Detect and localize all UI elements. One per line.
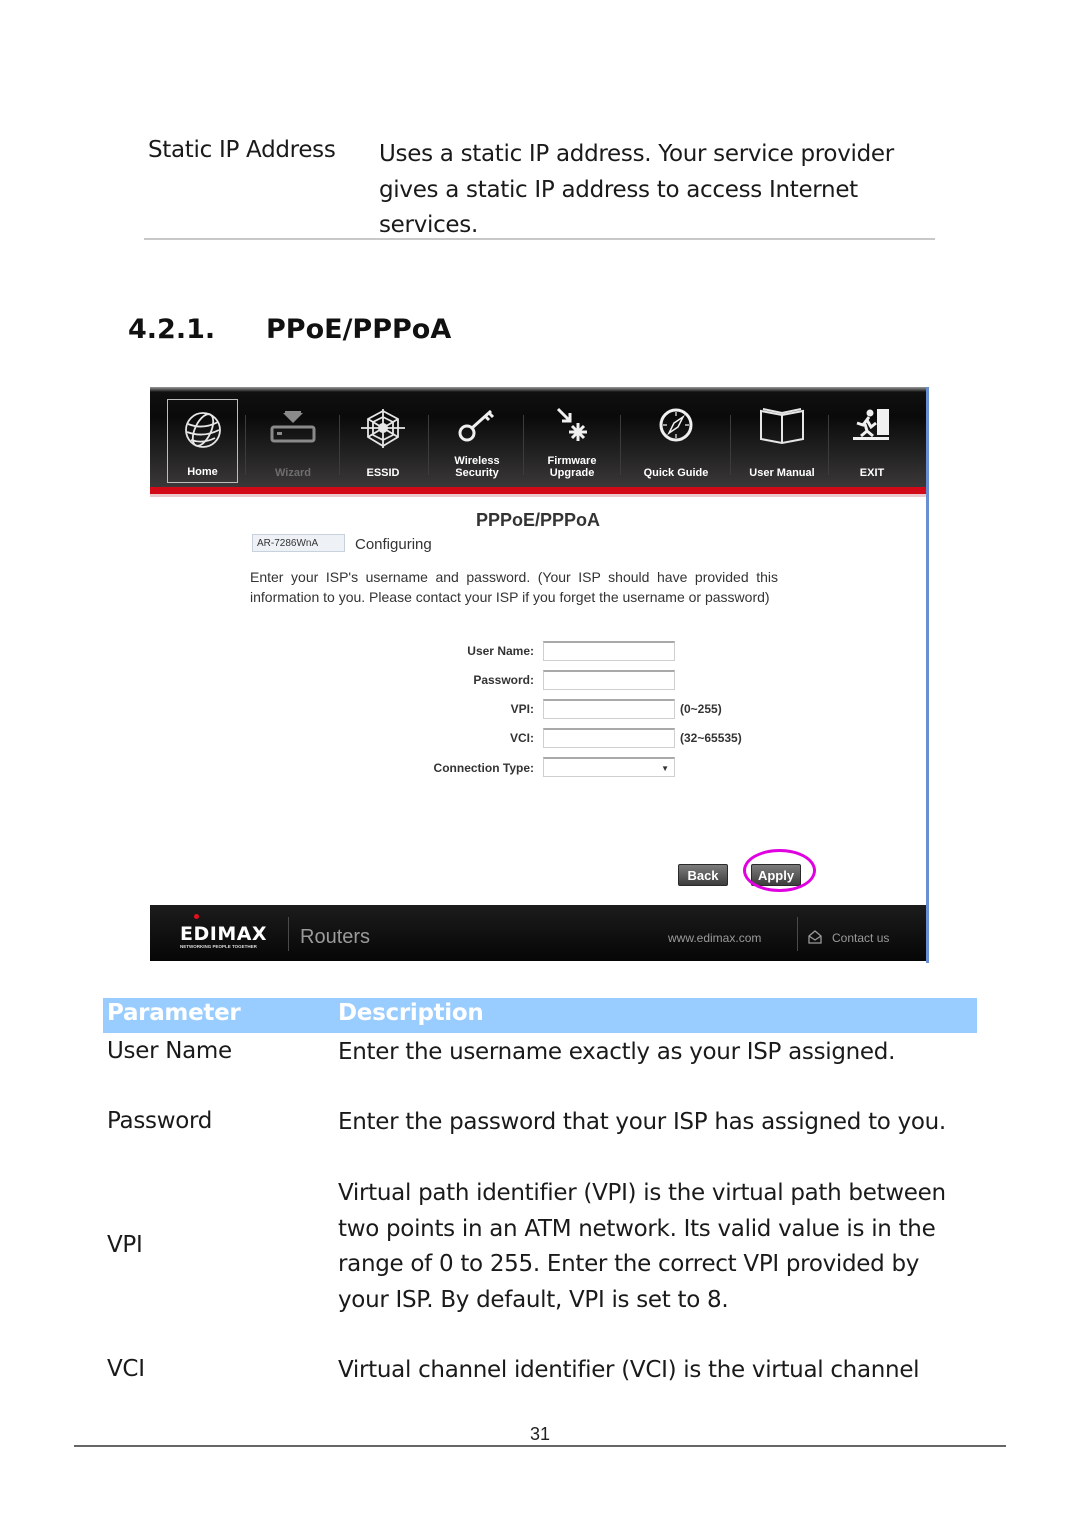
param-description: Uses a static IP address. Your service p… [379, 141, 894, 238]
compass-icon [659, 408, 693, 442]
vci-label: VCI: [510, 731, 534, 745]
param-name: User Name [107, 1038, 232, 1064]
nav-home[interactable]: Home [167, 399, 238, 483]
nav-essid[interactable]: ESSID [347, 399, 419, 483]
contact-us-link[interactable]: Contact us [832, 931, 889, 945]
nav-wireless-security[interactable]: Wireless Security [438, 399, 516, 483]
param-name: VCI [107, 1356, 145, 1382]
user-name-label: User Name: [467, 644, 534, 658]
model-select[interactable]: AR-7286WnA [252, 534, 345, 552]
nav-user-manual[interactable]: User Manual [738, 399, 826, 483]
param-description: Enter the password that your ISP has ass… [338, 1109, 946, 1135]
back-button[interactable]: Back [678, 864, 728, 886]
form-title: PPPoE/PPPoA [475, 510, 601, 530]
section-heading: 4.2.1. PPoE/PPPoA [128, 314, 451, 345]
nav-bar: Home Wizard ESSID Wireless Security Firm… [150, 387, 926, 487]
password-label: Password: [473, 673, 534, 687]
contact-icon [808, 930, 822, 944]
param-description: Enter the username exactly as your ISP a… [338, 1039, 896, 1065]
header-description: Description [338, 1000, 484, 1026]
vci-input[interactable] [543, 728, 675, 748]
nav-exit[interactable]: EXIT [834, 399, 910, 483]
param-name: VPI [107, 1232, 143, 1258]
logo-tagline: NETWORKING PEOPLE TOGETHER [180, 944, 257, 949]
key-icon [458, 409, 495, 442]
section-number: 4.2.1. [128, 314, 216, 345]
vpi-input[interactable] [543, 699, 675, 719]
chevron-down-icon: ▼ [661, 764, 669, 773]
exit-icon [853, 409, 889, 440]
section-title: PPoE/PPPoA [266, 314, 452, 345]
nav-wizard[interactable]: Wizard [255, 399, 331, 483]
header-parameter: Parameter [107, 1000, 241, 1026]
param-description: Virtual path identifier (VPI) is the vir… [338, 1180, 946, 1313]
vci-range-hint: (32~65535) [680, 731, 742, 745]
edimax-logo: EDIMAX [180, 923, 268, 945]
router-ui-screenshot: Home Wizard ESSID Wireless Security Firm… [150, 387, 929, 963]
configuring-label: Configuring [355, 536, 432, 553]
book-icon [760, 408, 804, 445]
vpi-label: VPI: [510, 702, 534, 716]
vpi-range-hint: (0~255) [680, 702, 722, 716]
connection-type-label: Connection Type: [433, 761, 534, 775]
website-link[interactable]: www.edimax.com [668, 931, 761, 945]
page-number: 31 [529, 1424, 551, 1444]
static-ip-row: Static IP Address Uses a static IP addre… [144, 134, 935, 240]
firmware-icon [556, 407, 587, 441]
param-name: Static IP Address [148, 137, 336, 163]
apply-highlight-circle [743, 849, 816, 892]
accent-bar [150, 487, 926, 494]
nav-firmware-upgrade[interactable]: Firmware Upgrade [532, 399, 612, 483]
param-table-header: Parameter Description [103, 998, 977, 1033]
param-description: Virtual channel identifier (VCI) is the … [338, 1357, 920, 1383]
user-name-input[interactable] [543, 641, 675, 661]
web-icon [361, 409, 405, 448]
nav-quick-guide[interactable]: Quick Guide [630, 399, 722, 483]
password-input[interactable] [543, 670, 675, 690]
connection-type-select[interactable]: ▼ [543, 757, 675, 777]
footer-divider [74, 1445, 1006, 1447]
param-name: Password [107, 1108, 213, 1134]
globe-icon [184, 412, 221, 448]
product-label: Routers [300, 926, 371, 948]
intro-text: Enter your ISP's username and password. … [250, 569, 778, 605]
footer-bar: EDIMAX NETWORKING PEOPLE TOGETHER Router… [150, 905, 926, 961]
wizard-router-icon [270, 411, 316, 443]
